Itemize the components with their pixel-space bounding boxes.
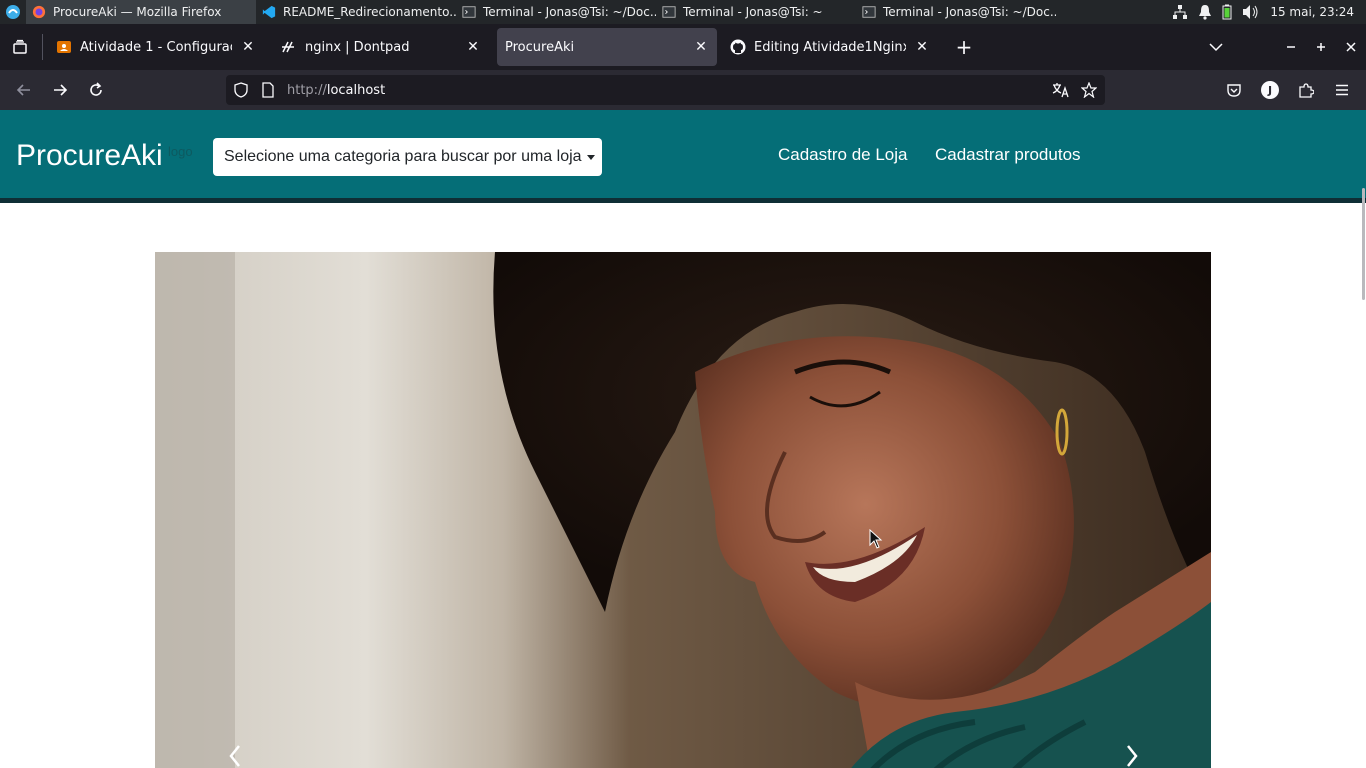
network-icon[interactable] bbox=[1172, 4, 1188, 20]
category-dropdown-label: Selecione uma categoria para buscar por … bbox=[224, 148, 582, 165]
pocket-button[interactable] bbox=[1220, 76, 1248, 104]
tab-github[interactable]: Editing Atividade1Nginx/READ ✕ bbox=[722, 28, 938, 66]
terminal-icon bbox=[462, 6, 476, 18]
classroom-favicon-icon bbox=[57, 41, 71, 53]
web-page: ProcureAki logo Selecione uma categoria … bbox=[0, 110, 1366, 768]
caret-down-icon bbox=[586, 154, 595, 160]
tab-title: nginx | Dontpad bbox=[305, 39, 410, 55]
minimize-button[interactable] bbox=[1276, 24, 1306, 70]
tab-close-icon[interactable]: ✕ bbox=[914, 39, 930, 55]
volume-icon[interactable] bbox=[1242, 4, 1260, 20]
carousel-image bbox=[155, 252, 1211, 768]
url-text: http://localhost bbox=[287, 83, 385, 98]
battery-icon[interactable] bbox=[1222, 4, 1232, 20]
vscode-icon bbox=[262, 5, 276, 19]
tab-close-icon[interactable]: ✕ bbox=[465, 39, 481, 55]
page-info-icon[interactable] bbox=[261, 82, 275, 98]
github-favicon-icon bbox=[730, 39, 746, 55]
scrollbar-thumb[interactable] bbox=[1362, 188, 1365, 300]
hamburger-menu-icon bbox=[1336, 84, 1348, 96]
task-vscode[interactable]: README_Redirecionamento... bbox=[256, 0, 456, 24]
system-taskbar: ProcureAki — Mozilla Firefox README_Redi… bbox=[0, 0, 1366, 24]
avatar: J bbox=[1261, 81, 1279, 99]
forward-button[interactable] bbox=[46, 76, 74, 104]
url-protocol: http:// bbox=[287, 82, 327, 98]
translate-icon[interactable] bbox=[1052, 82, 1070, 98]
firefox-view-button[interactable] bbox=[6, 33, 34, 61]
firefox-icon bbox=[32, 5, 46, 19]
firefox-view-icon bbox=[13, 39, 27, 54]
minimize-icon bbox=[1287, 46, 1295, 48]
url-host: localhost bbox=[326, 82, 386, 98]
back-arrow-icon bbox=[16, 84, 30, 96]
url-bar[interactable]: http://localhost bbox=[226, 75, 1105, 105]
tracking-protection-shield-icon[interactable] bbox=[233, 82, 249, 98]
tab-close-icon[interactable]: ✕ bbox=[240, 39, 256, 55]
task-terminal-2[interactable]: Terminal - Jonas@Tsi: ~ bbox=[656, 0, 856, 24]
task-terminal-1[interactable]: Terminal - Jonas@Tsi: ~/Doc... bbox=[456, 0, 656, 24]
category-dropdown-button[interactable]: Selecione uma categoria para buscar por … bbox=[213, 138, 602, 176]
pocket-icon bbox=[1227, 84, 1241, 97]
task-label: Terminal - Jonas@Tsi: ~/Doc... bbox=[883, 5, 1056, 19]
bookmark-star-icon[interactable] bbox=[1081, 82, 1097, 98]
extensions-button[interactable] bbox=[1292, 76, 1320, 104]
site-brand[interactable]: ProcureAki bbox=[16, 139, 163, 173]
tab-procureaki[interactable]: ProcureAki ✕ bbox=[497, 28, 717, 66]
page-scrollbar[interactable] bbox=[1360, 110, 1366, 768]
terminal-icon bbox=[662, 6, 676, 18]
mouse-cursor-icon bbox=[869, 529, 883, 549]
list-all-tabs-button[interactable] bbox=[1201, 24, 1231, 70]
maximize-button[interactable] bbox=[1306, 24, 1336, 70]
avatar-initial: J bbox=[1267, 83, 1273, 97]
plus-icon: + bbox=[955, 35, 973, 59]
clock[interactable]: 15 mai, 23:24 bbox=[1270, 5, 1354, 19]
forward-arrow-icon bbox=[54, 84, 68, 96]
back-button[interactable] bbox=[10, 76, 38, 104]
tab-title: ProcureAki bbox=[505, 39, 575, 55]
nav-link-cadastro-loja[interactable]: Cadastro de Loja bbox=[778, 145, 907, 165]
tab-dontpad[interactable]: nginx | Dontpad ✕ bbox=[273, 28, 489, 66]
task-label: Terminal - Jonas@Tsi: ~/Doc... bbox=[483, 5, 656, 19]
dontpad-favicon-icon bbox=[282, 41, 294, 53]
chevron-down-icon bbox=[1209, 43, 1223, 52]
tab-close-icon[interactable]: ✕ bbox=[693, 39, 709, 55]
reload-button[interactable] bbox=[82, 76, 110, 104]
notification-bell-icon[interactable] bbox=[1198, 4, 1212, 20]
account-button[interactable]: J bbox=[1256, 76, 1284, 104]
tab-title: Editing Atividade1Nginx/READ bbox=[754, 39, 906, 55]
maximize-icon bbox=[1317, 43, 1325, 51]
task-label: README_Redirecionamento... bbox=[283, 5, 456, 19]
tab-title: Atividade 1 - Configuração do bbox=[80, 39, 232, 55]
task-label: ProcureAki — Mozilla Firefox bbox=[53, 5, 222, 19]
puzzle-icon bbox=[1299, 83, 1314, 98]
close-window-button[interactable] bbox=[1336, 24, 1366, 70]
app-launcher-icon[interactable] bbox=[0, 0, 26, 24]
task-firefox[interactable]: ProcureAki — Mozilla Firefox bbox=[26, 0, 256, 24]
new-tab-button[interactable]: + bbox=[950, 33, 978, 61]
navigation-toolbar: http://localhost J bbox=[0, 70, 1366, 110]
site-header: ProcureAki logo Selecione uma categoria … bbox=[0, 110, 1366, 203]
task-terminal-3[interactable]: Terminal - Jonas@Tsi: ~/Doc... bbox=[856, 0, 1056, 24]
tab-strip: Atividade 1 - Configuração do ✕ nginx | … bbox=[0, 24, 1366, 70]
app-menu-button[interactable] bbox=[1328, 76, 1356, 104]
close-icon bbox=[1346, 42, 1356, 52]
hero-carousel bbox=[155, 252, 1211, 768]
nav-link-cadastrar-produtos[interactable]: Cadastrar produtos bbox=[935, 145, 1081, 165]
task-label: Terminal - Jonas@Tsi: ~ bbox=[683, 5, 823, 19]
system-tray: 15 mai, 23:24 bbox=[1172, 0, 1366, 24]
terminal-icon bbox=[862, 6, 876, 18]
tab-divider bbox=[42, 34, 43, 60]
tab-atividade[interactable]: Atividade 1 - Configuração do ✕ bbox=[48, 28, 264, 66]
reload-icon bbox=[90, 82, 102, 96]
logo-image-alt[interactable]: logo bbox=[168, 144, 193, 159]
